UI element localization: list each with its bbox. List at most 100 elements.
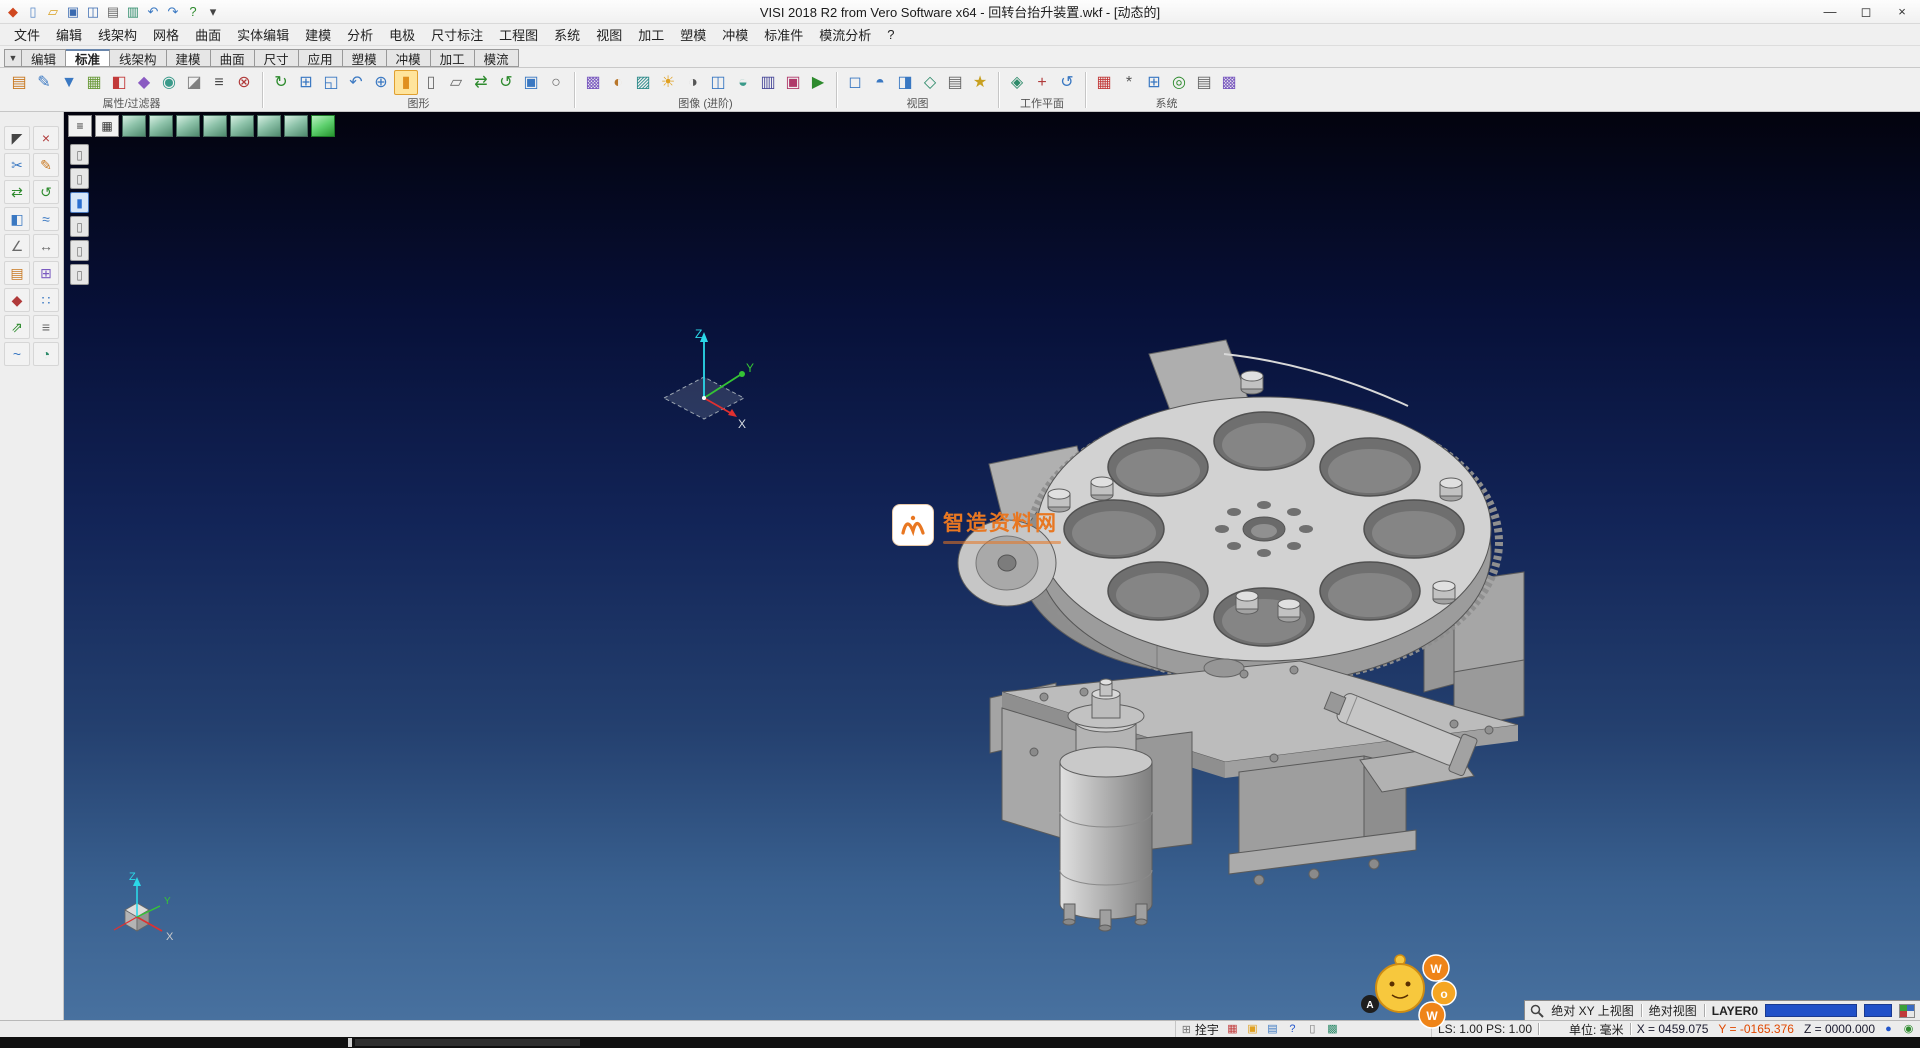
curve-icon[interactable]: ~: [4, 342, 30, 366]
layers-panel-icon[interactable]: ▤: [4, 261, 30, 285]
view-manager-icon[interactable]: ★: [968, 70, 992, 95]
move-icon[interactable]: ⇄: [4, 180, 30, 204]
help-icon[interactable]: ?: [184, 3, 202, 21]
bottom-scrollbar[interactable]: [0, 1037, 1920, 1048]
surface-icon[interactable]: ◔: [33, 342, 59, 366]
highlight-icon[interactable]: ▣: [1245, 1022, 1260, 1036]
settings-icon[interactable]: *: [1117, 70, 1141, 95]
ribbon-tab[interactable]: 模流: [475, 49, 519, 67]
iso-view-icon[interactable]: ◇: [918, 70, 942, 95]
snap-toggle[interactable]: ⊞ 拴宇: [1182, 1021, 1219, 1038]
named-views-icon[interactable]: ▤: [943, 70, 967, 95]
pan-view-icon[interactable]: ⇄: [469, 70, 493, 95]
light-icon[interactable]: ☀: [656, 70, 680, 95]
clipboard-status-icon[interactable]: ▯: [1305, 1022, 1320, 1036]
ribbon-tab[interactable]: 尺寸: [255, 49, 299, 67]
align-icon[interactable]: ≡: [33, 315, 59, 339]
wireframe-view-icon[interactable]: ▯: [419, 70, 443, 95]
color-filter-icon[interactable]: ◧: [107, 70, 131, 95]
save-icon[interactable]: ▣: [64, 3, 82, 21]
trim-icon[interactable]: ✂: [4, 153, 30, 177]
ribbon-tab[interactable]: 编辑: [22, 49, 66, 67]
attribute-brush-icon[interactable]: ✎: [32, 70, 56, 95]
offset-icon[interactable]: ≈: [33, 207, 59, 231]
front-view-icon[interactable]: ◻: [843, 70, 867, 95]
layer-color-bar[interactable]: [1765, 1004, 1857, 1017]
ribbon-tab[interactable]: 塑模: [343, 49, 387, 67]
scrollbar-thumb[interactable]: [355, 1039, 580, 1046]
print-status-icon[interactable]: ▤: [1265, 1022, 1280, 1036]
mask-icon[interactable]: ◪: [182, 70, 206, 95]
selection-lock-icon[interactable]: ▦: [1225, 1022, 1240, 1036]
material-icon[interactable]: ◐: [606, 70, 630, 95]
display-mode-icon[interactable]: ▦: [95, 115, 119, 137]
active-layer-label[interactable]: LAYER0: [1712, 1004, 1758, 1018]
section-view-icon[interactable]: ◫: [706, 70, 730, 95]
system-colors-icon[interactable]: ▦: [1092, 70, 1116, 95]
ribbon-tab[interactable]: 标准: [66, 49, 110, 67]
workplane-reset-icon[interactable]: ↺: [1055, 70, 1079, 95]
dimension-icon[interactable]: ↔: [33, 234, 59, 258]
options-icon[interactable]: ▩: [1217, 70, 1241, 95]
mirror-icon[interactable]: ◧: [4, 207, 30, 231]
rotate-icon[interactable]: ↺: [33, 180, 59, 204]
view-cube-left-icon[interactable]: [203, 115, 227, 137]
menu-item[interactable]: 塑模: [672, 23, 714, 46]
menu-item[interactable]: 线架构: [90, 23, 145, 46]
menu-item[interactable]: 标准件: [756, 23, 811, 46]
viewport-3d[interactable]: ≡ ▦: [64, 112, 1920, 1020]
view-cube-iso1-icon[interactable]: [257, 115, 281, 137]
magnifier-icon[interactable]: [1530, 1004, 1544, 1018]
shadow-icon[interactable]: ◑: [681, 70, 705, 95]
filter-icon[interactable]: ▼: [57, 70, 81, 95]
ribbon-tab[interactable]: 曲面: [211, 49, 255, 67]
minimize-button[interactable]: —: [1812, 0, 1848, 23]
view-cube-back-icon[interactable]: [230, 115, 254, 137]
select-arrow-icon[interactable]: ◤: [4, 126, 30, 150]
element-filter-icon[interactable]: ◆: [132, 70, 156, 95]
open-file-icon[interactable]: ▱: [44, 3, 62, 21]
redo-icon[interactable]: ↷: [164, 3, 182, 21]
ribbon-tab[interactable]: 加工: [431, 49, 475, 67]
shaded-view-icon[interactable]: ▮: [394, 70, 418, 95]
delete-icon[interactable]: ×: [33, 126, 59, 150]
ribbon-tab[interactable]: 线架构: [110, 49, 167, 67]
network-status-icon[interactable]: ●: [1881, 1022, 1896, 1036]
close-button[interactable]: ×: [1884, 0, 1920, 23]
side-view-icon[interactable]: ◨: [893, 70, 917, 95]
array-icon[interactable]: ∷: [33, 288, 59, 312]
ribbon-tab[interactable]: 建模: [167, 49, 211, 67]
menu-item[interactable]: 视图: [588, 23, 630, 46]
visibility-filter-icon[interactable]: ◉: [157, 70, 181, 95]
snap-settings-icon[interactable]: ◎: [1167, 70, 1191, 95]
new-file-icon[interactable]: ▯: [24, 3, 42, 21]
view-clip-1-icon[interactable]: ▯: [70, 144, 89, 165]
texture-icon[interactable]: ▨: [631, 70, 655, 95]
undo-icon[interactable]: ↶: [144, 3, 162, 21]
menu-item[interactable]: 网格: [145, 23, 187, 46]
attributes-icon[interactable]: ▤: [7, 70, 31, 95]
menu-item[interactable]: ?: [879, 25, 902, 44]
restore-button[interactable]: ◻: [1848, 0, 1884, 23]
view-cube-iso2-icon[interactable]: [284, 115, 308, 137]
plot-icon[interactable]: ▥: [124, 3, 142, 21]
menu-item[interactable]: 建模: [297, 23, 339, 46]
secondary-color-bar[interactable]: [1864, 1004, 1892, 1017]
menu-item[interactable]: 尺寸标注: [423, 23, 491, 46]
menu-item[interactable]: 实体编辑: [229, 23, 297, 46]
menu-item[interactable]: 电极: [381, 23, 423, 46]
explode-icon[interactable]: ◆: [4, 288, 30, 312]
view-clip-4-icon[interactable]: ▯: [70, 216, 89, 237]
menu-item[interactable]: 系统: [546, 23, 588, 46]
menu-item[interactable]: 文件: [6, 23, 48, 46]
background-icon[interactable]: ▥: [756, 70, 780, 95]
menu-item[interactable]: 冲模: [714, 23, 756, 46]
quad-color-icon[interactable]: [1899, 1004, 1915, 1018]
edit-icon[interactable]: ✎: [33, 153, 59, 177]
refresh-view-icon[interactable]: ↻: [269, 70, 293, 95]
layer-manager-icon[interactable]: ▤: [1192, 70, 1216, 95]
zoom-window-icon[interactable]: ◱: [319, 70, 343, 95]
menu-item[interactable]: 模流分析: [811, 23, 879, 46]
help-status-icon[interactable]: ?: [1285, 1022, 1300, 1036]
rotate-view-icon[interactable]: ↺: [494, 70, 518, 95]
